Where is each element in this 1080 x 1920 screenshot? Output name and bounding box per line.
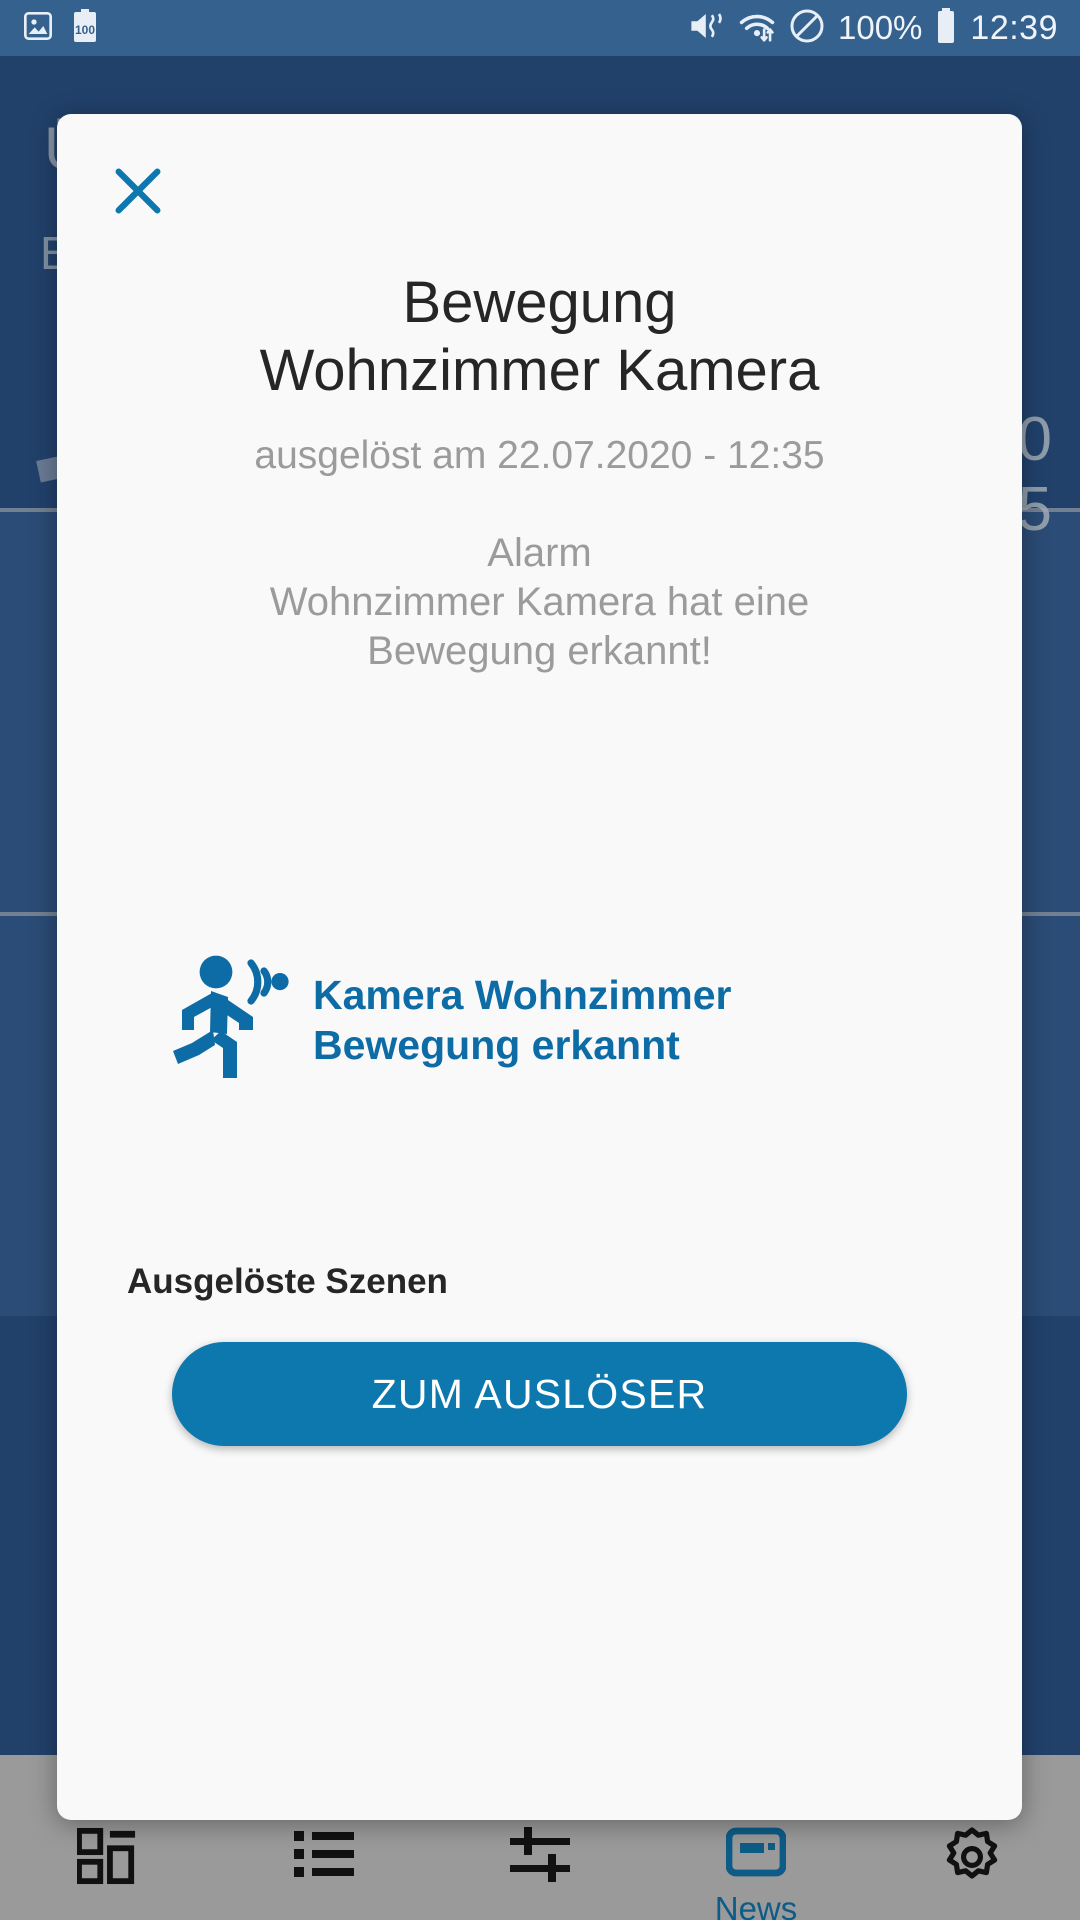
battery-percent-label: 100% [838,9,923,46]
go-to-trigger-button[interactable]: ZUM AUSLÖSER [172,1342,907,1446]
gear-icon [941,1827,1003,1892]
dialog-body-line1: Alarm [487,531,592,575]
status-bar-right-icons: 100% 12:39 [689,7,1058,49]
screenshot-image-icon [22,10,54,47]
background-number-top: 0 [1017,405,1052,474]
battery-saver-100-icon: 100 [72,8,98,48]
list-icon [294,1827,354,1884]
svg-text:100: 100 [75,23,95,37]
notification-dialog: Bewegung Wohnzimmer Kamera ausgelöst am … [57,114,1022,1820]
dialog-title: Bewegung Wohnzimmer Kamera [117,269,962,406]
dialog-timestamp: ausgelöst am 22.07.2020 - 12:35 [254,434,825,477]
sliders-icon [510,1827,570,1888]
battery-full-icon [935,7,957,49]
motion-sensor-running-person-icon [165,954,297,1087]
clock-label: 12:39 [970,8,1058,47]
trigger-text-line1: Kamera Wohnzimmer [313,972,732,1019]
background-number-bottom: 5 [1017,475,1052,544]
triggered-scenes-heading: Ausgelöste Szenen [127,1262,448,1301]
volume-mute-icon [689,9,725,48]
close-icon [109,162,167,225]
trigger-text-line2: Bewegung erkannt [313,1021,680,1068]
phone-screen: 100 100% 12:39 0 5 News Bewegung Wohnzim… [0,0,1080,1920]
dialog-body-line2: Wohnzimmer Kamera hat eine [269,580,810,625]
dialog-body-line3: Bewegung erkannt! [367,629,712,674]
trigger-device-row: Kamera Wohnzimmer Bewegung erkannt [165,954,915,1087]
dialog-body: Alarm Wohnzimmer Kamera hat eine Bewegun… [112,529,967,677]
status-bar-left-icons: 100 [22,8,98,48]
dialog-title-line1: Bewegung [402,270,677,335]
dashboard-grid-icon [76,1827,139,1890]
news-icon [725,1827,787,1882]
status-bar: 100 100% 12:39 [0,0,1080,56]
nav-news-label: News [714,1890,798,1920]
dialog-title-line2: Wohnzimmer Kamera [259,338,820,404]
trigger-device-label: Kamera Wohnzimmer Bewegung erkannt [313,971,731,1069]
wifi-transfer-icon [738,9,776,48]
close-button[interactable] [101,156,175,230]
do-not-disturb-icon [789,8,825,49]
